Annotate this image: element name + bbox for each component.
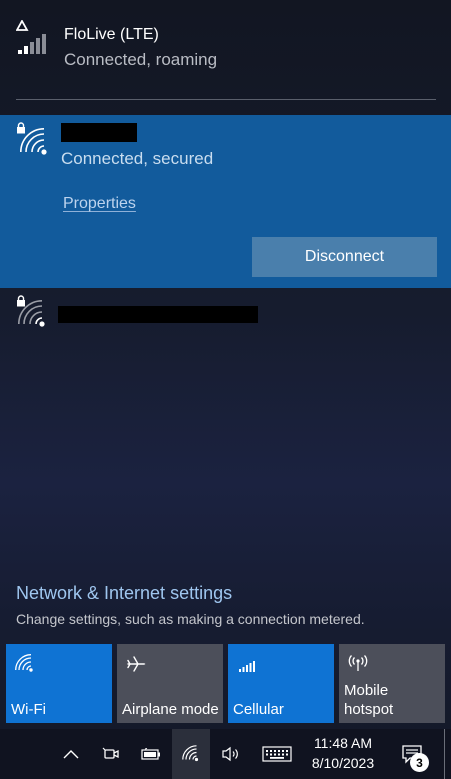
network-name-redacted xyxy=(61,123,137,142)
cellular-quick-action[interactable]: Cellular xyxy=(228,644,334,723)
wifi-signal-icon xyxy=(20,127,50,157)
properties-link[interactable]: Properties xyxy=(63,195,136,213)
quick-action-label: Mobile hotspot xyxy=(344,681,393,719)
network-settings-description: Change settings, such as making a connec… xyxy=(16,611,365,627)
show-desktop-divider xyxy=(444,729,445,779)
touch-keyboard-button[interactable] xyxy=(258,729,296,779)
clock-button[interactable]: 11:48 AM 8/10/2023 xyxy=(303,729,383,779)
cellular-bars-icon xyxy=(237,654,257,674)
airplane-icon xyxy=(126,654,146,674)
wifi-network-item-connected[interactable]: Connected, secured Properties Disconnect xyxy=(0,115,451,288)
chevron-up-icon xyxy=(63,749,79,759)
battery-icon xyxy=(141,748,161,760)
network-name-redacted xyxy=(58,306,258,323)
keyboard-icon xyxy=(262,746,292,762)
disconnect-button[interactable]: Disconnect xyxy=(252,237,437,277)
clock-date: 8/10/2023 xyxy=(311,755,375,771)
cellular-network-name: FloLive (LTE) xyxy=(64,26,159,43)
show-hidden-icons-button[interactable] xyxy=(58,729,84,779)
mobile-hotspot-quick-action[interactable]: Mobile hotspot xyxy=(339,644,445,723)
volume-icon xyxy=(221,746,241,762)
quick-action-label-line1: Mobile xyxy=(344,682,389,699)
divider xyxy=(16,99,436,100)
battery-button[interactable] xyxy=(138,729,164,779)
wifi-network-item[interactable] xyxy=(0,288,451,340)
quick-action-label: Cellular xyxy=(233,701,284,718)
volume-button[interactable] xyxy=(218,729,244,779)
wifi-signal-icon xyxy=(18,299,48,329)
quick-action-label-line2: hotspot xyxy=(344,701,394,718)
cellular-network-item[interactable]: FloLive (LTE) Connected, roaming xyxy=(0,0,451,100)
notification-count-badge: 3 xyxy=(410,753,429,772)
quick-action-label: Airplane mode xyxy=(122,701,219,718)
quick-action-label: Wi-Fi xyxy=(11,701,46,718)
wifi-icon xyxy=(15,654,35,674)
clock-time: 11:48 AM xyxy=(313,735,373,751)
network-tray-button[interactable] xyxy=(172,729,210,779)
wifi-icon xyxy=(182,745,200,763)
meet-now-button[interactable] xyxy=(98,729,124,779)
wifi-connection-status: Connected, secured xyxy=(61,149,214,168)
cellular-network-status: Connected, roaming xyxy=(64,50,218,69)
network-internet-settings-link[interactable]: Network & Internet settings xyxy=(16,583,232,604)
notification-center-button[interactable] xyxy=(392,729,432,779)
taskbar: 11:48 AM 8/10/2023 3 xyxy=(0,729,451,779)
hotspot-icon xyxy=(348,654,368,674)
wifi-quick-action[interactable]: Wi-Fi xyxy=(6,644,112,723)
airplane-mode-quick-action[interactable]: Airplane mode xyxy=(117,644,223,723)
cellular-signal-roaming-icon xyxy=(16,20,48,56)
meet-now-icon xyxy=(102,746,120,762)
